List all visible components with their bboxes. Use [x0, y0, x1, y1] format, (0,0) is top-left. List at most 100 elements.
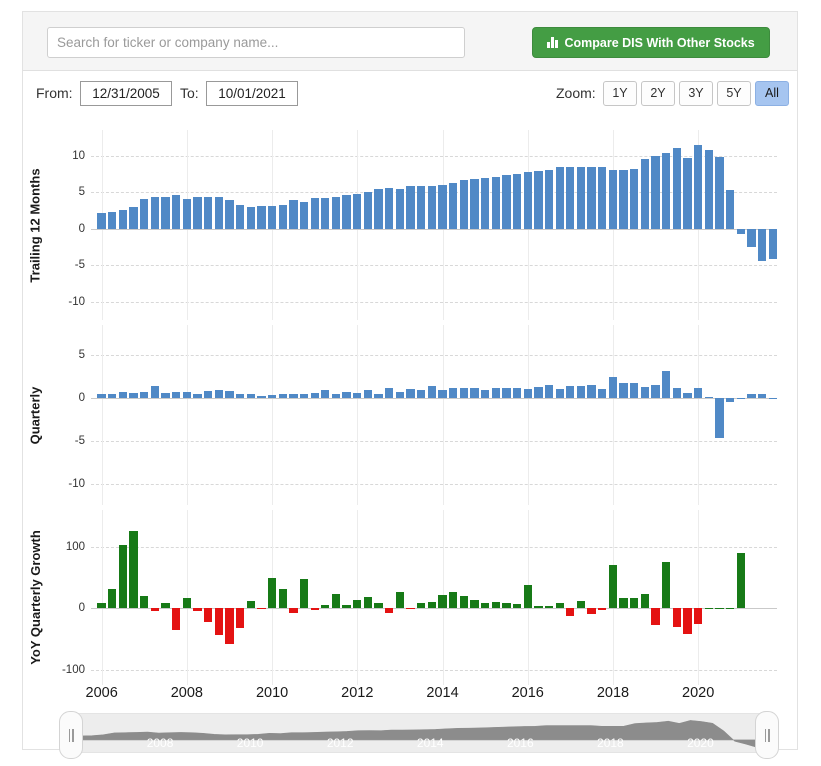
navigator-handle-right[interactable]	[755, 711, 779, 759]
chart-bar[interactable]	[310, 197, 319, 229]
chart-bar[interactable]	[97, 212, 106, 229]
chart-bar[interactable]	[321, 197, 330, 229]
chart-bar[interactable]	[736, 552, 745, 609]
chart-bar[interactable]	[491, 388, 500, 398]
chart-bar[interactable]	[342, 604, 351, 609]
chart-bar[interactable]	[534, 386, 543, 398]
chart-bar[interactable]	[97, 603, 106, 609]
chart-bar[interactable]	[108, 394, 117, 398]
chart-bar[interactable]	[140, 391, 149, 398]
chart-bar[interactable]	[544, 385, 554, 398]
chart-bar[interactable]	[512, 173, 522, 229]
zoom-button-1y[interactable]: 1Y	[603, 81, 637, 106]
chart-bar[interactable]	[640, 594, 650, 609]
chart-bar[interactable]	[150, 385, 160, 398]
chart-bar[interactable]	[534, 170, 543, 229]
chart-bar[interactable]	[204, 391, 213, 398]
chart-bar[interactable]	[118, 210, 128, 229]
chart-bar[interactable]	[449, 591, 458, 609]
chart-bar[interactable]	[172, 391, 181, 398]
chart-bar[interactable]	[438, 594, 447, 609]
chart-bar[interactable]	[108, 211, 117, 229]
chart-bar[interactable]	[768, 397, 777, 399]
chart-bar[interactable]	[672, 387, 681, 398]
chart-bar[interactable]	[129, 531, 138, 609]
chart-bar[interactable]	[108, 588, 117, 609]
to-date-input[interactable]	[206, 81, 298, 106]
chart-bar[interactable]	[566, 608, 575, 617]
chart-bar[interactable]	[640, 386, 650, 398]
chart-bar[interactable]	[385, 608, 394, 614]
chart-bar[interactable]	[736, 228, 745, 235]
chart-bar[interactable]	[140, 595, 149, 609]
chart-bar[interactable]	[363, 192, 373, 229]
chart-bar[interactable]	[672, 148, 681, 229]
chart-bar[interactable]	[725, 189, 735, 229]
chart-bar[interactable]	[289, 200, 298, 229]
chart-bar[interactable]	[459, 180, 468, 229]
chart-bar[interactable]	[289, 394, 298, 398]
chart-bar[interactable]	[459, 388, 468, 398]
chart-bar[interactable]	[246, 394, 255, 398]
chart-bar[interactable]	[353, 193, 362, 229]
chart-bar[interactable]	[502, 175, 511, 229]
chart-bar[interactable]	[715, 608, 724, 610]
chart-bar[interactable]	[715, 157, 724, 229]
chart-bar[interactable]	[619, 598, 628, 609]
chart-bar[interactable]	[182, 391, 191, 398]
chart-bar[interactable]	[715, 397, 724, 439]
chart-bar[interactable]	[651, 608, 660, 625]
chart-bar[interactable]	[598, 389, 607, 398]
chart-bar[interactable]	[395, 189, 405, 229]
chart-bar[interactable]	[470, 387, 479, 398]
chart-bar[interactable]	[757, 394, 767, 398]
chart-bar[interactable]	[619, 170, 628, 229]
chart-bar[interactable]	[630, 169, 639, 229]
chart-bar[interactable]	[459, 595, 468, 609]
chart-bar[interactable]	[672, 608, 681, 628]
chart-bar[interactable]	[608, 565, 618, 609]
chart-bar[interactable]	[736, 397, 745, 399]
from-date-input[interactable]	[80, 81, 172, 106]
chart-bar[interactable]	[480, 390, 490, 398]
chart-bar[interactable]	[523, 584, 532, 609]
chart-bar[interactable]	[470, 178, 479, 229]
chart-bar[interactable]	[449, 388, 458, 398]
chart-bar[interactable]	[662, 371, 671, 398]
chart-bar[interactable]	[619, 383, 628, 398]
chart-bar[interactable]	[267, 206, 277, 229]
chart-bar[interactable]	[225, 200, 234, 229]
chart-bar[interactable]	[630, 597, 639, 609]
chart-bar[interactable]	[651, 155, 660, 229]
chart-bar[interactable]	[150, 608, 160, 612]
chart-bar[interactable]	[310, 608, 319, 611]
chart-bar[interactable]	[449, 183, 458, 229]
chart-bar[interactable]	[576, 600, 586, 609]
chart-bar[interactable]	[118, 391, 128, 398]
chart-bar[interactable]	[172, 195, 181, 229]
chart-bar[interactable]	[438, 390, 447, 398]
chart-bar[interactable]	[544, 170, 554, 229]
chart-bar[interactable]	[587, 167, 596, 229]
chart-bar[interactable]	[704, 149, 713, 229]
chart-bar[interactable]	[406, 608, 415, 610]
chart-bar[interactable]	[587, 385, 596, 398]
chart-bar[interactable]	[299, 578, 309, 609]
chart-bar[interactable]	[534, 606, 543, 609]
chart-bar[interactable]	[214, 390, 223, 398]
chart-bar[interactable]	[214, 608, 223, 635]
chart-bar[interactable]	[299, 393, 309, 398]
compare-button[interactable]: Compare DIS With Other Stocks	[532, 27, 770, 58]
chart-bar[interactable]	[704, 397, 713, 398]
chart-bar[interactable]	[523, 389, 532, 398]
chart-bar[interactable]	[725, 397, 735, 403]
chart-bar[interactable]	[502, 602, 511, 609]
chart-bar[interactable]	[118, 545, 128, 609]
chart-bar[interactable]	[427, 185, 436, 229]
chart-bar[interactable]	[417, 390, 426, 398]
chart-bar[interactable]	[406, 186, 415, 229]
chart-bar[interactable]	[704, 608, 713, 610]
chart-bar[interactable]	[353, 392, 362, 398]
chart-bar[interactable]	[331, 594, 341, 609]
search-input[interactable]	[47, 27, 465, 58]
